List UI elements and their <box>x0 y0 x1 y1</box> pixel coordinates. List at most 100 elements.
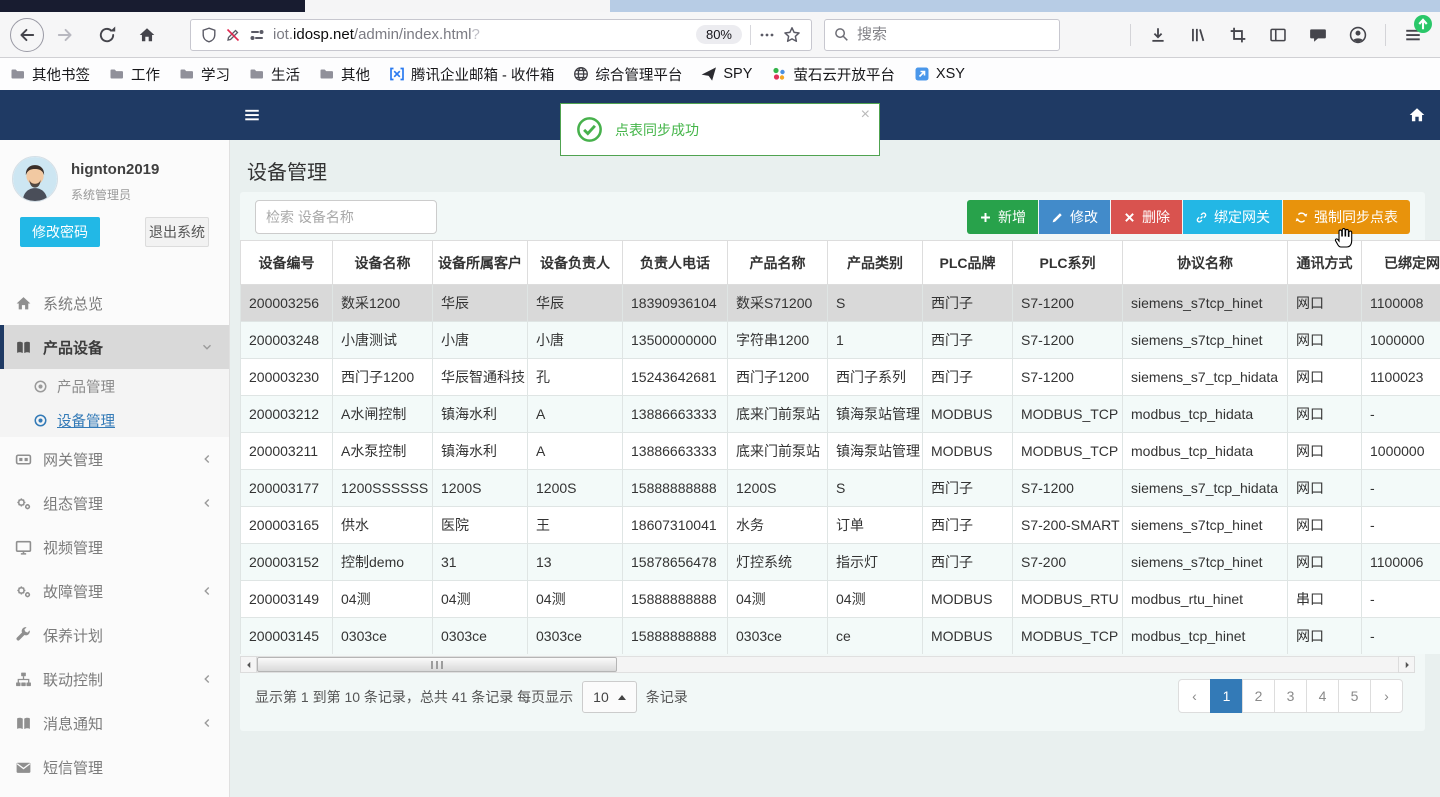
delete-device-button[interactable]: 删除 <box>1111 200 1182 234</box>
sidebar-item[interactable]: 故障管理 <box>0 569 229 613</box>
reload-button[interactable] <box>90 18 124 52</box>
sidebar-collapse-button[interactable] <box>243 106 260 123</box>
sidebar-item[interactable]: 消息通知 <box>0 701 229 745</box>
device-search-input[interactable] <box>255 200 437 234</box>
bind-gateway-button[interactable]: 绑定网关 <box>1183 200 1282 234</box>
forward-icon <box>56 26 74 44</box>
table-row[interactable]: 200003149 04测 04测 04测 15888888888 04测 04测 MODBU… <box>240 580 1440 618</box>
sidebar-item[interactable]: 大屏管理 <box>0 789 229 797</box>
column-header[interactable]: PLC品牌 <box>922 240 1013 285</box>
sidebar-item[interactable]: 视频管理 <box>0 525 229 569</box>
sidebar-item[interactable]: 网关管理 <box>0 437 229 481</box>
home-button[interactable] <box>130 18 164 52</box>
toolbar-divider <box>1385 23 1386 46</box>
page-button-5[interactable]: 5 <box>1338 679 1371 713</box>
bookmark-item[interactable]: 学习 <box>179 64 230 85</box>
bookmark-item[interactable]: 工作 <box>109 64 160 85</box>
sidebar-item[interactable]: 系统总览 <box>0 281 229 325</box>
table-row[interactable]: 200003152 控制demo 31 13 15878656478 灯控系统 指示灯 西门子… <box>240 543 1440 581</box>
scrollbar-track[interactable] <box>257 656 1398 673</box>
prev-page-button[interactable]: ‹ <box>1178 679 1211 713</box>
check-circle-icon <box>576 116 603 143</box>
table-cell: 网口 <box>1287 469 1362 507</box>
caret-up-icon <box>617 694 626 700</box>
page-button-4[interactable]: 4 <box>1306 679 1339 713</box>
page-actions-icon[interactable] <box>759 27 775 43</box>
bookmark-item[interactable]: 其他书签 <box>10 64 90 85</box>
column-header[interactable]: 负责人电话 <box>622 240 728 285</box>
account-button[interactable] <box>1341 18 1375 52</box>
zoom-level-badge[interactable]: 80% <box>695 25 742 44</box>
column-header[interactable]: PLC系列 <box>1012 240 1123 285</box>
table-row[interactable]: 200003256 数采1200 华辰 华辰 18390936104 数采S71200 S 西… <box>240 284 1440 322</box>
edit-device-button[interactable]: 修改 <box>1039 200 1110 234</box>
back-button[interactable] <box>10 17 44 52</box>
column-header[interactable]: 产品名称 <box>727 240 828 285</box>
blocked-content-icon[interactable] <box>225 27 241 43</box>
sidebar-item[interactable]: 短信管理 <box>0 745 229 789</box>
sidebar-item[interactable]: 组态管理 <box>0 481 229 525</box>
scrollbar-thumb[interactable] <box>257 657 617 672</box>
pocket-button[interactable] <box>1301 18 1335 52</box>
table-row[interactable]: 200003177 1200SSSSSS 1200S 1200S 15888888888… <box>240 469 1440 507</box>
bookmark-item[interactable]: SPY <box>701 66 752 82</box>
column-header[interactable]: 协议名称 <box>1122 240 1288 285</box>
downloads-button[interactable] <box>1141 18 1175 52</box>
column-header[interactable]: 产品类别 <box>827 240 923 285</box>
sidebar-item[interactable]: 保养计划 <box>0 613 229 657</box>
user-role: 系统管理员 <box>71 188 132 202</box>
sidebar-item[interactable]: 联动控制 <box>0 657 229 701</box>
table-row[interactable]: 200003145 0303ce 0303ce 0303ce 15888888888 03… <box>240 617 1440 654</box>
app-home-button[interactable] <box>1408 106 1426 124</box>
bookmark-item[interactable]: 萤石云开放平台 <box>771 64 895 85</box>
sidebar-toggle-button[interactable] <box>1261 18 1295 52</box>
table-cell: MODBUS_TCP <box>1012 395 1123 433</box>
table-row[interactable]: 200003230 西门子1200 华辰智通科技孔 15243642681 西门子120… <box>240 358 1440 396</box>
forward-button[interactable] <box>48 18 82 52</box>
next-page-button[interactable]: › <box>1370 679 1403 713</box>
bookmark-star-icon[interactable] <box>783 26 801 44</box>
page-button-2[interactable]: 2 <box>1242 679 1275 713</box>
screenshot-button[interactable] <box>1221 18 1255 52</box>
table-row[interactable]: 200003212 A水闸控制 镇海水利 A 13886663333 底来门前泵站 镇海泵站… <box>240 395 1440 433</box>
table-cell: 华辰 <box>527 284 623 322</box>
sidebar-item[interactable]: 产品设备 <box>0 325 229 369</box>
action-button-label: 强制同步点表 <box>1314 209 1398 225</box>
table-cell: 18607310041 <box>622 506 728 544</box>
horizontal-scrollbar[interactable] <box>240 656 1415 673</box>
page-button-1[interactable]: 1 <box>1210 679 1243 713</box>
bookmark-item[interactable]: 综合管理平台 <box>573 64 682 85</box>
column-header[interactable]: 设备负责人 <box>527 240 623 285</box>
page-button-3[interactable]: 3 <box>1274 679 1307 713</box>
column-header[interactable]: 设备编号 <box>240 240 333 285</box>
bookmark-item[interactable]: 生活 <box>249 64 300 85</box>
table-row[interactable]: 200003165 供水 医院王 18607310041 水务 订单 西门子 S7-200-S… <box>240 506 1440 544</box>
permissions-icon[interactable] <box>249 27 265 43</box>
avatar[interactable] <box>12 156 58 202</box>
library-button[interactable] <box>1181 18 1215 52</box>
bookmark-item[interactable]: 腾讯企业邮箱 - 收件箱 <box>389 64 554 85</box>
table-row[interactable]: 200003211 A水泵控制 镇海水利 A 13886663333 底来门前泵站 镇海泵站… <box>240 432 1440 470</box>
scroll-right-button[interactable] <box>1398 656 1415 673</box>
scroll-left-button[interactable] <box>240 656 257 673</box>
bookmark-item[interactable]: XSY <box>914 66 965 82</box>
shield-icon[interactable] <box>201 26 217 43</box>
add-device-button[interactable]: 新增 <box>967 200 1038 234</box>
menu-button[interactable] <box>1396 14 1432 52</box>
toast-close-button[interactable]: × <box>861 106 870 124</box>
bookmark-item[interactable]: 其他 <box>319 64 370 85</box>
change-password-button[interactable]: 修改密码 <box>20 217 100 247</box>
page-size-dropdown[interactable]: 10 <box>582 681 637 713</box>
sidebar-subitem[interactable]: 产品管理 <box>0 369 229 403</box>
active-tab[interactable] <box>305 0 610 12</box>
url-bar[interactable]: iot. idosp.net/admin/index.html? 80% <box>190 18 812 51</box>
column-header[interactable]: 设备名称 <box>332 240 433 285</box>
table-cell: MODBUS_TCP <box>1012 617 1123 654</box>
sidebar-subitem[interactable]: 设备管理 <box>0 403 229 437</box>
logout-button[interactable]: 退出系统 <box>145 217 209 247</box>
browser-search-input[interactable] <box>857 26 1027 43</box>
column-header[interactable]: 设备所属客户 <box>432 240 528 285</box>
table-row[interactable]: 200003248 小唐测试 小唐 小唐 13500000000 字符串1200 1 西门子 S… <box>240 321 1440 359</box>
column-header[interactable]: 已绑定网关 <box>1361 240 1440 285</box>
browser-search-box[interactable] <box>824 18 1060 51</box>
